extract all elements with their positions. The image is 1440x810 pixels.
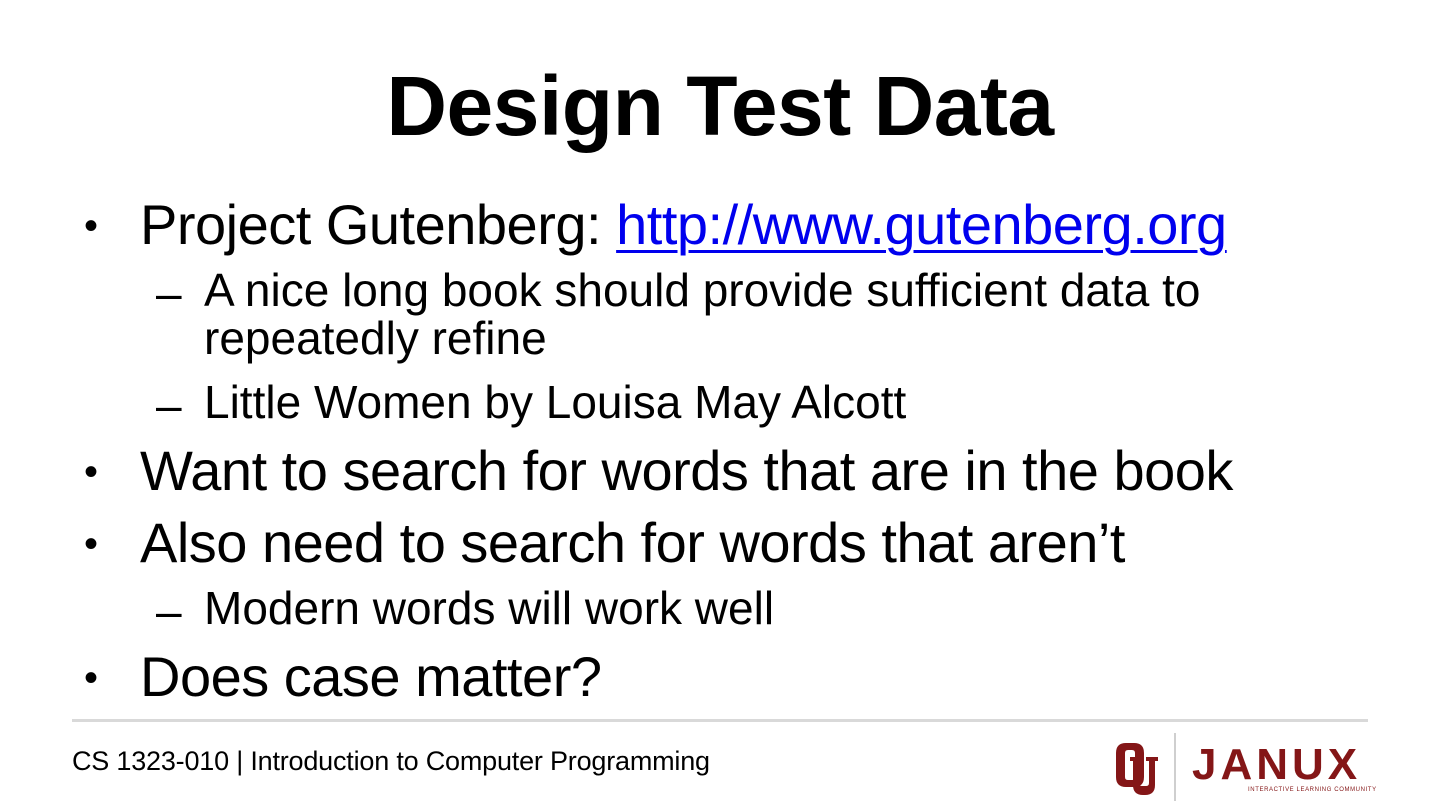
bullet-text: Project Gutenberg: http://www.gutenberg.… (140, 192, 1227, 257)
sub-text: Modern words will work well (204, 582, 775, 634)
janux-logo: JANUX INTERACTIVE LEARNING COMMUNITY (1112, 733, 1376, 801)
dash-glyph: – (156, 585, 182, 637)
janux-tagline: INTERACTIVE LEARNING COMMUNITY (1248, 787, 1377, 793)
course-label: CS 1323-010 | Introduction to Computer P… (72, 746, 710, 776)
ou-logo-icon (1116, 743, 1158, 795)
logo-divider (1174, 733, 1176, 801)
bullet-glyph: • (84, 522, 99, 566)
footer-divider (72, 719, 1368, 722)
bullet-glyph: • (84, 450, 99, 494)
bullet-text: Also need to search for words that aren’… (140, 511, 1125, 574)
bullet-text: Want to search for words that are in the… (140, 439, 1233, 502)
bullet-prefix: Project Gutenberg: (140, 193, 617, 256)
bullet-glyph: • (84, 204, 99, 248)
sub-text: Little Women by Louisa May Alcott (204, 376, 907, 428)
gutenberg-link[interactable]: http://www.gutenberg.org (616, 193, 1227, 256)
dash-glyph: – (156, 267, 182, 319)
janux-wordmark: JANUX (1192, 740, 1362, 789)
slide-title: Design Test Data (386, 59, 1054, 153)
bullet-text: Does case matter? (140, 645, 602, 708)
bullet-glyph: • (84, 656, 99, 700)
sub-text: A nice long book should provide sufficie… (204, 264, 1201, 364)
dash-glyph: – (156, 379, 182, 431)
